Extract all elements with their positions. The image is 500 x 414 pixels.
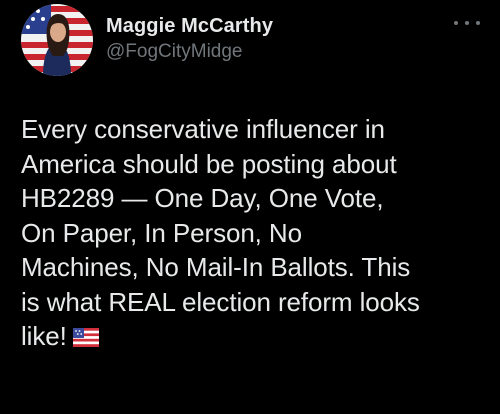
author-block: Maggie McCarthy @FogCityMidge bbox=[106, 13, 273, 65]
avatar[interactable] bbox=[21, 4, 93, 76]
tweet-text-content: Every conservative influencer in America… bbox=[21, 114, 420, 351]
more-options-icon[interactable] bbox=[454, 14, 480, 32]
more-dot bbox=[454, 21, 458, 25]
avatar-image bbox=[21, 4, 93, 76]
author-handle[interactable]: @FogCityMidge bbox=[106, 39, 273, 65]
author-display-name[interactable]: Maggie McCarthy bbox=[106, 13, 273, 39]
more-dot bbox=[465, 21, 469, 25]
us-flag-emoji bbox=[72, 328, 99, 347]
tweet-text: Every conservative influencer in America… bbox=[21, 112, 491, 354]
more-dot bbox=[476, 21, 480, 25]
tweet-card: Maggie McCarthy @FogCityMidge Every cons… bbox=[0, 0, 500, 414]
